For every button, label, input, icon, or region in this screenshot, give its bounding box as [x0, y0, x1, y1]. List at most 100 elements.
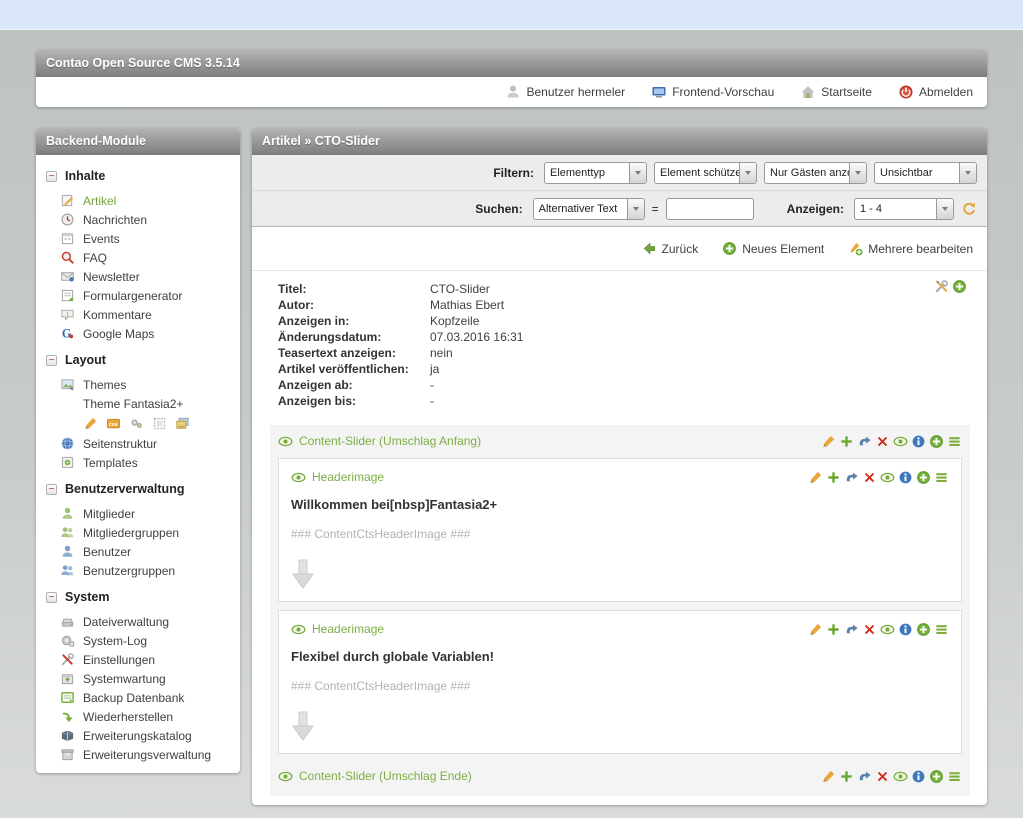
- filter-select-elementtyp[interactable]: Elementtyp: [544, 162, 647, 184]
- frontend-preview-link[interactable]: Frontend-Vorschau: [651, 84, 774, 100]
- visibility-eye-icon[interactable]: [278, 434, 293, 449]
- info-icon[interactable]: [911, 769, 926, 784]
- backend-user-icon: [60, 544, 75, 559]
- search-field-select[interactable]: Alternativer Text: [533, 198, 645, 220]
- collapse-toggle-icon[interactable]: −: [46, 592, 57, 603]
- sidebar-group-system: − System Dateiverwaltung System-Log Eins…: [36, 588, 240, 764]
- sidebar-item-templates[interactable]: Templates: [36, 453, 240, 472]
- search-input[interactable]: [666, 198, 754, 220]
- move-icon[interactable]: [857, 769, 872, 784]
- sidebar-item-kommentare[interactable]: Kommentare: [36, 305, 240, 324]
- delete-icon[interactable]: [862, 470, 877, 485]
- edit-theme-icon[interactable]: [83, 416, 98, 431]
- user-link[interactable]: Benutzer hermeler: [505, 84, 625, 100]
- move-icon[interactable]: [844, 470, 859, 485]
- page-layouts-icon[interactable]: [152, 416, 167, 431]
- paste-after-icon[interactable]: [929, 434, 944, 449]
- sidebar-item-artikel[interactable]: Artikel: [36, 191, 240, 210]
- sidebar-item-systemwartung[interactable]: Systemwartung: [36, 669, 240, 688]
- visibility-eye-icon[interactable]: [291, 622, 306, 637]
- sidebar-item-formulargenerator[interactable]: Formulargenerator: [36, 286, 240, 305]
- sidebar-item-erweiterungskatalog[interactable]: Erweiterungskatalog: [36, 726, 240, 745]
- duplicate-icon[interactable]: [826, 622, 841, 637]
- chevron-down-icon: [849, 163, 866, 183]
- home-link[interactable]: Startseite: [800, 84, 872, 100]
- collapse-toggle-icon[interactable]: −: [46, 484, 57, 495]
- info-icon[interactable]: [898, 622, 913, 637]
- sidebar-item-mitgliedergruppen[interactable]: Mitgliedergruppen: [36, 523, 240, 542]
- filter-select-nur-gaesten[interactable]: Nur Gästen anze: [764, 162, 867, 184]
- css-editor-icon[interactable]: [106, 416, 121, 431]
- frontend-modules-icon[interactable]: [129, 416, 144, 431]
- toggle-visibility-icon[interactable]: [893, 769, 908, 784]
- sidebar-item-backup-datenbank[interactable]: Backup Datenbank: [36, 688, 240, 707]
- sidebar-item-nachrichten[interactable]: Nachrichten: [36, 210, 240, 229]
- element-actions: [821, 434, 962, 449]
- sidebar-item-mitglieder[interactable]: Mitglieder: [36, 504, 240, 523]
- sidebar-item-benutzer[interactable]: Benutzer: [36, 542, 240, 561]
- range-select[interactable]: 1 - 4: [854, 198, 954, 220]
- sidebar-item-newsletter[interactable]: Newsletter: [36, 267, 240, 286]
- collapse-toggle-icon[interactable]: −: [46, 171, 57, 182]
- sidebar-item-system-log[interactable]: System-Log: [36, 631, 240, 650]
- move-icon[interactable]: [857, 434, 872, 449]
- sidebar: Backend-Module − Inhalte Artikel Nachric…: [36, 128, 240, 773]
- logout-link[interactable]: Abmelden: [898, 84, 973, 100]
- duplicate-icon[interactable]: [839, 769, 854, 784]
- paste-into-icon[interactable]: [952, 279, 967, 294]
- edit-icon[interactable]: [808, 622, 823, 637]
- sidebar-item-faq[interactable]: FAQ: [36, 248, 240, 267]
- detail-row: Anzeigen bis:-: [278, 393, 987, 409]
- delete-icon[interactable]: [875, 434, 890, 449]
- sidebar-item-events[interactable]: Events: [36, 229, 240, 248]
- delete-icon[interactable]: [875, 769, 890, 784]
- delete-icon[interactable]: [862, 622, 877, 637]
- toggle-visibility-icon[interactable]: [893, 434, 908, 449]
- refresh-icon[interactable]: [961, 201, 977, 217]
- duplicate-icon[interactable]: [839, 434, 854, 449]
- sidebar-item-benutzergruppen[interactable]: Benutzergruppen: [36, 561, 240, 580]
- sidebar-group-layout: − Layout Themes Theme Fantasia2+ Seitens…: [36, 351, 240, 472]
- sidebar-item-wiederherstellen[interactable]: Wiederherstellen: [36, 707, 240, 726]
- drag-handle-icon[interactable]: [934, 470, 949, 485]
- sidebar-item-seitenstruktur[interactable]: Seitenstruktur: [36, 434, 240, 453]
- element-type-label: Headerimage: [312, 622, 384, 636]
- filter-select-unsichtbar[interactable]: Unsichtbar: [874, 162, 977, 184]
- sidebar-item-google-maps[interactable]: Google Maps: [36, 324, 240, 343]
- settings-icon: [60, 652, 75, 667]
- filter-select-element-schuetzen[interactable]: Element schütze: [654, 162, 757, 184]
- edit-icon[interactable]: [821, 434, 836, 449]
- sidebar-item-dateiverwaltung[interactable]: Dateiverwaltung: [36, 612, 240, 631]
- visibility-eye-icon[interactable]: [291, 470, 306, 485]
- detail-row: Änderungsdatum:07.03.2016 16:31: [278, 329, 987, 345]
- move-icon[interactable]: [844, 622, 859, 637]
- content-element-headerimage-2: Headerimage Flexibel durch globale Varia…: [278, 610, 962, 754]
- image-sizes-icon[interactable]: [175, 416, 190, 431]
- sidebar-item-themes[interactable]: Themes: [36, 375, 240, 394]
- paste-after-icon[interactable]: [929, 769, 944, 784]
- info-icon[interactable]: [898, 470, 913, 485]
- database-backup-icon: [60, 690, 75, 705]
- visibility-eye-icon[interactable]: [278, 769, 293, 784]
- back-button[interactable]: Zurück: [642, 241, 699, 256]
- info-icon[interactable]: [911, 434, 926, 449]
- edit-multiple-button[interactable]: Mehrere bearbeiten: [848, 241, 973, 256]
- sidebar-item-erweiterungsverwaltung[interactable]: Erweiterungsverwaltung: [36, 745, 240, 764]
- element-placeholder: ### ContentCtsHeaderImage ###: [291, 527, 949, 541]
- edit-icon[interactable]: [808, 470, 823, 485]
- collapse-toggle-icon[interactable]: −: [46, 355, 57, 366]
- paste-after-icon[interactable]: [916, 622, 931, 637]
- toggle-visibility-icon[interactable]: [880, 622, 895, 637]
- edit-icon[interactable]: [821, 769, 836, 784]
- duplicate-icon[interactable]: [826, 470, 841, 485]
- toggle-visibility-icon[interactable]: [880, 470, 895, 485]
- search-label: Suchen:: [475, 202, 522, 216]
- drag-handle-icon[interactable]: [947, 769, 962, 784]
- drag-handle-icon[interactable]: [947, 434, 962, 449]
- new-element-button[interactable]: Neues Element: [722, 241, 824, 256]
- element-headline: Flexibel durch globale Variablen!: [291, 649, 949, 664]
- sidebar-item-einstellungen[interactable]: Einstellungen: [36, 650, 240, 669]
- paste-after-icon[interactable]: [916, 470, 931, 485]
- article-settings-icon[interactable]: [934, 279, 949, 294]
- drag-handle-icon[interactable]: [934, 622, 949, 637]
